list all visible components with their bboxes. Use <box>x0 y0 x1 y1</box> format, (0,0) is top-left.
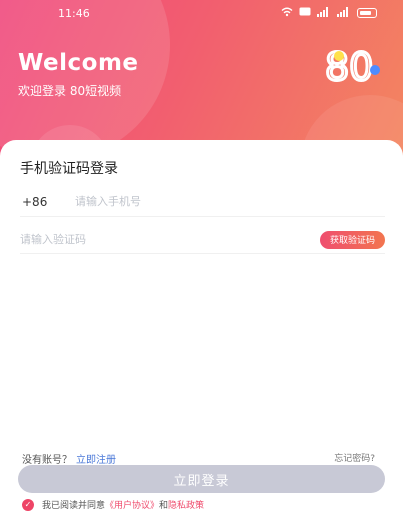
agree-and: 和 <box>159 501 169 511</box>
welcome-subtitle: 欢迎登录 80短视频 <box>18 84 122 98</box>
checkbox-checked-icon[interactable]: ✓ <box>22 498 34 511</box>
phone-input[interactable] <box>75 195 275 208</box>
welcome-title: Welcome <box>18 50 139 76</box>
register-prompt: 没有账号？ 立即注册 <box>22 451 116 466</box>
code-row: 获取验证码 <box>20 226 385 254</box>
forgot-password-link[interactable]: 忘记密码? <box>334 451 375 464</box>
user-agreement-link[interactable]: 《用户协议》 <box>105 498 159 511</box>
signal-icon <box>317 6 331 20</box>
phone-row: +86 <box>20 187 385 217</box>
login-button[interactable]: 立即登录 <box>18 465 385 493</box>
hd-icon <box>299 7 311 19</box>
verification-code-input[interactable] <box>20 233 240 246</box>
signal-icon-2 <box>337 6 351 20</box>
privacy-policy-link[interactable]: 隐私政策 <box>168 498 204 511</box>
battery-icon <box>357 8 377 18</box>
agreement-row: ✓ 我已阅读并同意 《用户协议》 和 隐私政策 <box>22 498 204 511</box>
svg-text:80: 80 <box>325 46 373 89</box>
status-time: 11:46 <box>58 6 90 20</box>
agree-prefix: 我已阅读并同意 <box>42 501 106 511</box>
status-bar: 11:46 <box>0 0 403 26</box>
app-logo-icon: 80 <box>324 46 380 90</box>
wifi-icon <box>281 7 293 20</box>
country-code[interactable]: +86 <box>20 195 75 209</box>
status-icons <box>281 6 377 20</box>
login-method-title: 手机验证码登录 <box>20 161 118 177</box>
get-code-button[interactable]: 获取验证码 <box>319 230 385 249</box>
